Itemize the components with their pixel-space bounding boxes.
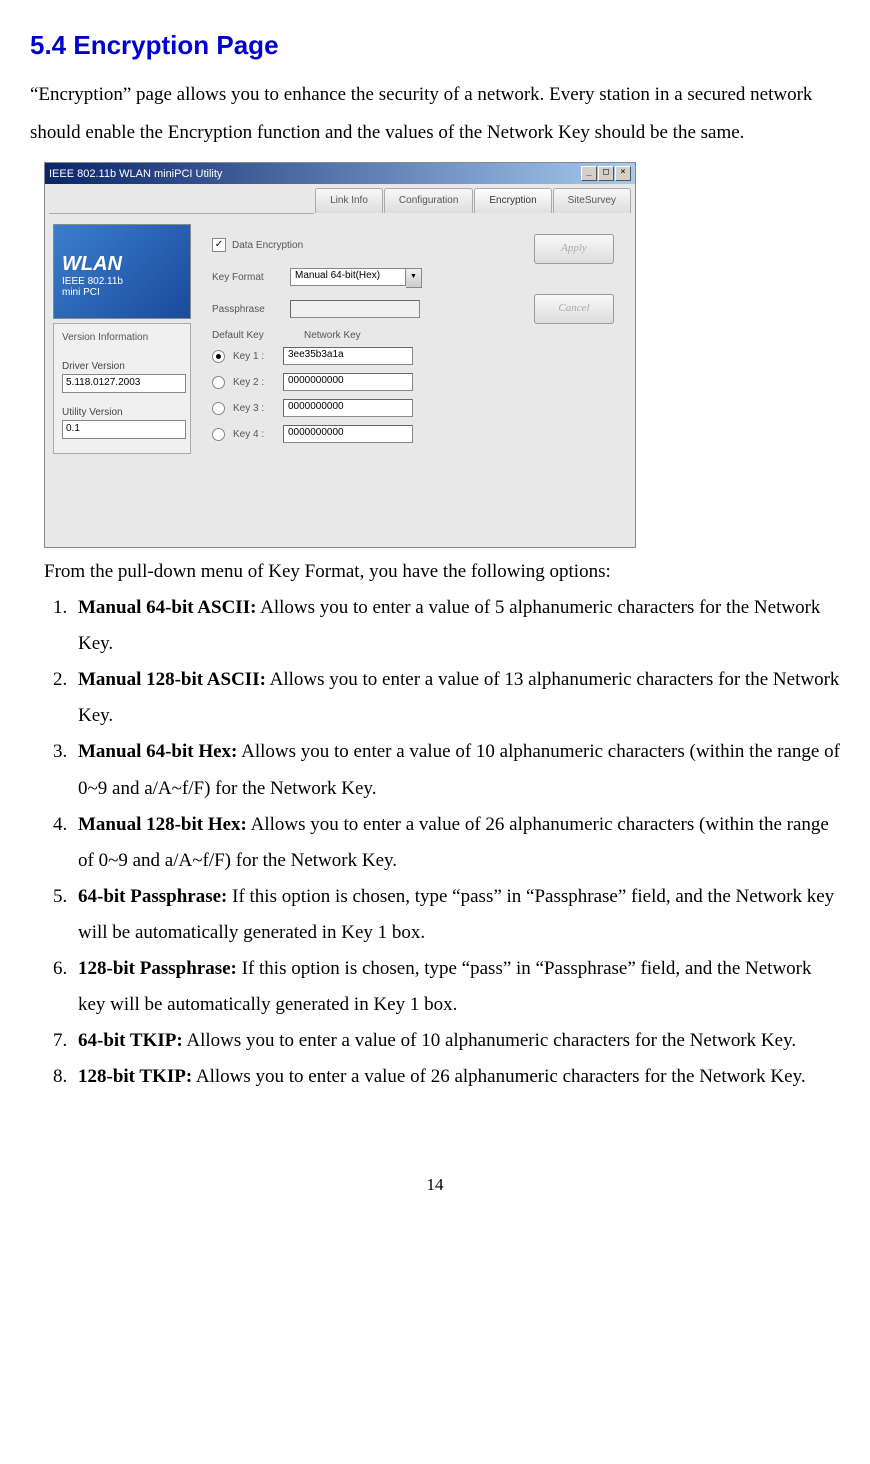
data-encryption-checkbox[interactable]: ✓ (212, 238, 226, 252)
list-item: Manual 128-bit Hex: Allows you to enter … (72, 807, 840, 879)
key-format-select[interactable]: Manual 64-bit(Hex) ▼ (290, 268, 422, 286)
tab-encryption[interactable]: Encryption (474, 188, 551, 213)
tab-link-info[interactable]: Link Info (315, 188, 383, 213)
sidebar: WLAN IEEE 802.11b mini PCI Version Infor… (53, 224, 191, 454)
default-key-header: Default Key (212, 330, 304, 341)
passphrase-label: Passphrase (212, 304, 290, 315)
option-name: Manual 128-bit Hex: (78, 814, 247, 835)
option-name: 128-bit Passphrase: (78, 958, 237, 979)
tab-site-survey[interactable]: SiteSurvey (553, 188, 631, 213)
wlan-brand: WLAN (62, 253, 123, 276)
passphrase-input[interactable] (290, 300, 420, 318)
key4-radio[interactable] (212, 428, 225, 441)
utility-window: IEEE 802.11b WLAN miniPCI Utility _ □ × … (44, 162, 636, 548)
option-name: 64-bit TKIP: (78, 1030, 183, 1051)
utility-version-label: Utility Version (62, 407, 182, 418)
list-item: 64-bit TKIP: Allows you to enter a value… (72, 1023, 840, 1059)
section-heading: 5.4 Encryption Page (30, 30, 840, 61)
key-format-options: Manual 64-bit ASCII: Allows you to enter… (30, 590, 840, 1095)
key1-radio[interactable] (212, 350, 225, 363)
key3-label: Key 3 : (233, 403, 283, 414)
window-title: IEEE 802.11b WLAN miniPCI Utility (49, 168, 222, 180)
page-number: 14 (30, 1175, 840, 1195)
option-desc: Allows you to enter a value of 26 alphan… (192, 1066, 805, 1087)
key4-label: Key 4 : (233, 429, 283, 440)
list-item: Manual 128-bit ASCII: Allows you to ente… (72, 662, 840, 734)
key2-radio[interactable] (212, 376, 225, 389)
key4-input[interactable]: 0000000000 (283, 425, 413, 443)
chevron-down-icon[interactable]: ▼ (406, 268, 422, 288)
option-name: 64-bit Passphrase: (78, 886, 227, 907)
close-icon[interactable]: × (615, 166, 631, 181)
tabs-container: Link Info Configuration Encryption SiteS… (49, 188, 631, 543)
key3-input[interactable]: 0000000000 (283, 399, 413, 417)
data-encryption-label: Data Encryption (232, 240, 303, 251)
key-format-label: Key Format (212, 272, 290, 283)
key2-label: Key 2 : (233, 377, 283, 388)
driver-version-label: Driver Version (62, 361, 182, 372)
key-format-intro: From the pull-down menu of Key Format, y… (44, 554, 840, 590)
version-info-box: Version Information Driver Version 5.118… (53, 323, 191, 454)
utility-version-value: 0.1 (62, 420, 186, 439)
option-name: Manual 64-bit Hex: (78, 741, 237, 762)
key1-input[interactable]: 3ee35b3a1a (283, 347, 413, 365)
option-desc: Allows you to enter a value of 10 alphan… (183, 1030, 796, 1051)
key1-label: Key 1 : (233, 351, 283, 362)
key-format-value: Manual 64-bit(Hex) (290, 268, 406, 286)
option-name: Manual 64-bit ASCII: (78, 597, 256, 618)
key3-radio[interactable] (212, 402, 225, 415)
list-item: 128-bit Passphrase: If this option is ch… (72, 951, 840, 1023)
option-name: Manual 128-bit ASCII: (78, 669, 266, 690)
list-item: Manual 64-bit ASCII: Allows you to enter… (72, 590, 840, 662)
key2-input[interactable]: 0000000000 (283, 373, 413, 391)
intro-paragraph: “Encryption” page allows you to enhance … (30, 76, 840, 152)
list-item: Manual 64-bit Hex: Allows you to enter a… (72, 734, 840, 806)
tab-configuration[interactable]: Configuration (384, 188, 473, 213)
list-item: 128-bit TKIP: Allows you to enter a valu… (72, 1059, 840, 1095)
version-info-title: Version Information (62, 332, 182, 343)
option-name: 128-bit TKIP: (78, 1066, 192, 1087)
encryption-settings: ✓ Data Encryption Key Format Manual 64-b… (206, 224, 534, 454)
wlan-minipci: mini PCI (62, 287, 123, 298)
maximize-icon[interactable]: □ (598, 166, 614, 181)
minimize-icon[interactable]: _ (581, 166, 597, 181)
list-item: 64-bit Passphrase: If this option is cho… (72, 879, 840, 951)
titlebar[interactable]: IEEE 802.11b WLAN miniPCI Utility _ □ × (45, 163, 635, 184)
wlan-ieee: IEEE 802.11b (62, 276, 123, 287)
cancel-button[interactable]: Cancel (534, 294, 614, 324)
wlan-logo: WLAN IEEE 802.11b mini PCI (53, 224, 191, 319)
driver-version-value: 5.118.0127.2003 (62, 374, 186, 393)
network-key-header: Network Key (304, 330, 361, 341)
apply-button[interactable]: Apply (534, 234, 614, 264)
